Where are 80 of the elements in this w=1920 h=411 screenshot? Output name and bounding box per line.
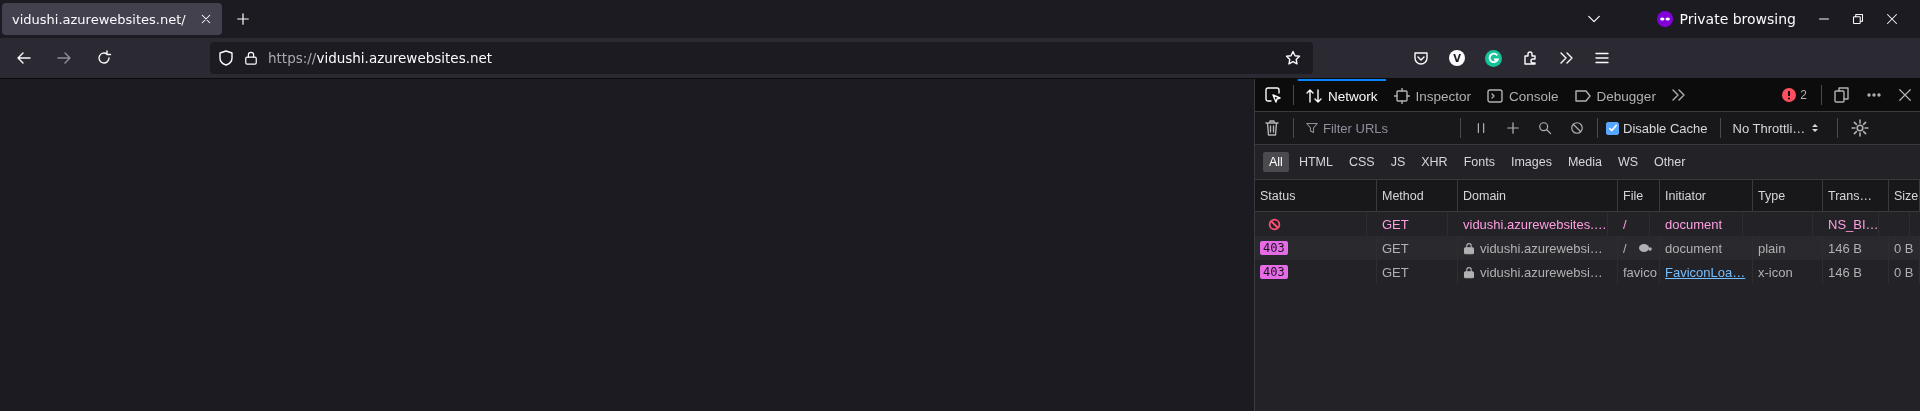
g-icon[interactable]: [1485, 49, 1502, 67]
forward-icon[interactable]: [56, 50, 72, 66]
mask-icon: [1657, 11, 1674, 27]
type-filter-button[interactable]: All: [1263, 152, 1289, 172]
url-field[interactable]: https://vidushi.azurewebsites.net: [210, 42, 1313, 74]
search-icon[interactable]: [1538, 121, 1552, 135]
plus-icon[interactable]: [1506, 121, 1520, 135]
devtools-tab[interactable]: Inspector: [1385, 79, 1480, 111]
filter-field[interactable]: Filter URLs: [1323, 120, 1443, 136]
checkmark-icon: [1607, 123, 1618, 133]
method-text: GET: [1382, 240, 1409, 256]
file-text: /: [1623, 240, 1627, 256]
arrows-icon: [1306, 88, 1322, 104]
domain-text: vidushi.azurewebsi…: [1480, 264, 1603, 280]
type-filter-button[interactable]: HTML: [1292, 152, 1339, 172]
initiator-text: document: [1665, 216, 1723, 232]
shield-icon[interactable]: [218, 50, 234, 66]
initiator-text: document: [1665, 240, 1723, 256]
browser-tab[interactable]: vidushi.azurewebsites.net/: [2, 3, 222, 35]
method-text: GET: [1382, 216, 1409, 232]
devtools-tab[interactable]: Console: [1479, 79, 1567, 111]
close-icon[interactable]: [1898, 88, 1912, 102]
devtools-tab[interactable]: Debugger: [1566, 79, 1664, 111]
puzzle-icon[interactable]: [1522, 50, 1538, 66]
block-icon[interactable]: [1570, 121, 1584, 135]
lock-icon: [1463, 241, 1475, 255]
restore-icon[interactable]: [1852, 13, 1864, 25]
lock-icon: [244, 50, 258, 66]
domain-text: vidushi.azurewebsi…: [1480, 240, 1603, 256]
type-filter-button[interactable]: Images: [1504, 152, 1558, 172]
type-filter-button[interactable]: CSS: [1342, 152, 1381, 172]
error-icon[interactable]: [1782, 88, 1797, 102]
double-chevron-icon[interactable]: [1558, 50, 1574, 66]
transferred-text: NS_BI…: [1828, 216, 1878, 232]
tag-icon: [1574, 88, 1591, 104]
up-down-icon: [1811, 122, 1820, 134]
type-filter-button[interactable]: JS: [1384, 152, 1412, 172]
transferred-text: 146 B: [1828, 240, 1862, 256]
file-text: /: [1623, 216, 1627, 232]
column-header[interactable]: Type: [1758, 188, 1786, 203]
back-icon[interactable]: [16, 50, 32, 66]
star-icon[interactable]: [1285, 50, 1301, 66]
terminal-icon: [1487, 88, 1504, 104]
account-avatar[interactable]: V: [1449, 50, 1465, 66]
size-text: 0 B: [1894, 264, 1914, 280]
new-tab-icon[interactable]: [235, 12, 250, 26]
error-count: 2: [1800, 88, 1807, 102]
reload-icon[interactable]: [96, 50, 112, 66]
pocket-icon[interactable]: [1413, 50, 1429, 66]
close-icon[interactable]: [199, 13, 212, 25]
transferred-text: 146 B: [1828, 264, 1862, 280]
type-filter-button[interactable]: Other: [1648, 152, 1692, 172]
type-text: x-icon: [1758, 264, 1793, 280]
size-text: 0 B: [1894, 240, 1914, 256]
settings-icon[interactable]: [1850, 119, 1869, 137]
private-browsing-label: Private browsing: [1679, 11, 1796, 27]
blocked-icon: [1268, 217, 1281, 231]
disable-cache-checkbox[interactable]: Disable Cache: [1606, 120, 1708, 136]
throttling-dropdown[interactable]: No Throttli…: [1732, 120, 1833, 136]
status-code: 403: [1260, 241, 1288, 255]
chip-icon: [1393, 88, 1410, 104]
initiator-link[interactable]: FaviconLoa…: [1665, 264, 1746, 280]
menu-icon[interactable]: [1594, 50, 1610, 66]
file-text: favico: [1623, 264, 1657, 280]
domain-text: vidushi.azurewebsites.…: [1463, 216, 1607, 232]
element-picker-icon[interactable]: [1265, 87, 1281, 103]
type-filter-button[interactable]: WS: [1611, 152, 1645, 172]
method-text: GET: [1382, 264, 1409, 280]
turtle-icon: [1637, 243, 1652, 253]
trash-icon[interactable]: [1264, 120, 1280, 136]
type-text: plain: [1758, 240, 1786, 256]
type-filter-button[interactable]: XHR: [1415, 152, 1454, 172]
funnel-icon: [1306, 122, 1318, 134]
responsive-icon[interactable]: [1834, 87, 1850, 103]
type-filter-button[interactable]: Media: [1561, 152, 1608, 172]
status-code: 403: [1260, 265, 1288, 279]
type-filter-button[interactable]: Fonts: [1457, 152, 1501, 172]
column-header[interactable]: Status: [1260, 188, 1296, 203]
lock-icon: [1463, 265, 1475, 279]
column-header[interactable]: Domain: [1463, 188, 1507, 203]
